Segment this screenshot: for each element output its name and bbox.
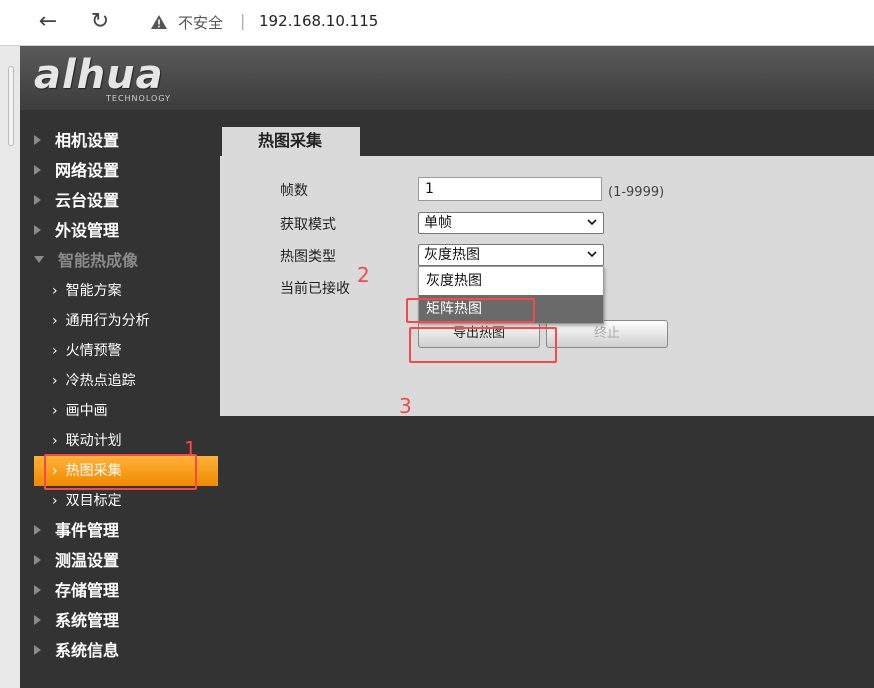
camera-web-app: alhua TECHNOLOGY 相机设置 网络设置 云台设置 外设管理 智能热… bbox=[20, 46, 874, 688]
sidebar-subitem-hot-cold-tracking[interactable]: › 冷热点追踪 bbox=[34, 366, 218, 396]
tab-strip: 热图采集 bbox=[220, 124, 874, 156]
reload-icon[interactable]: ↻ bbox=[86, 8, 114, 36]
tab-heatmap-capture[interactable]: 热图采集 bbox=[222, 127, 360, 156]
frames-label: 帧数 bbox=[280, 183, 308, 199]
sidebar-subitem-smart-plan[interactable]: › 智能方案 bbox=[34, 276, 218, 306]
chevron-right-icon: › bbox=[52, 343, 58, 359]
triangle-right-icon bbox=[34, 554, 41, 565]
brand-logo-subtitle: TECHNOLOGY bbox=[106, 94, 171, 103]
chevron-down-icon bbox=[587, 219, 597, 226]
sidebar-item-event-management[interactable]: 事件管理 bbox=[34, 516, 220, 546]
sidebar-item-ptz-settings[interactable]: 云台设置 bbox=[34, 186, 220, 216]
address-separator: | bbox=[240, 11, 246, 30]
insecure-label[interactable]: 不安全 bbox=[178, 12, 223, 33]
sidebar-subitem-dual-calibration[interactable]: › 双目标定 bbox=[34, 486, 218, 516]
brand-logo: alhua bbox=[34, 52, 164, 98]
triangle-right-icon bbox=[34, 224, 41, 235]
content-area: 热图采集 帧数 1 获取模式 单帧 热图类型 灰度热图 当前已接收 导出热图 终… bbox=[220, 124, 874, 416]
sidebar-subitem-fire-warning[interactable]: › 火情预警 bbox=[34, 336, 218, 366]
annotation-box-3 bbox=[409, 327, 557, 363]
chevron-right-icon: › bbox=[52, 493, 58, 509]
annotation-box-2 bbox=[406, 298, 535, 323]
sidebar-item-temperature-settings[interactable]: 测温设置 bbox=[34, 546, 220, 576]
sidebar-item-system-info[interactable]: 系统信息 bbox=[34, 636, 220, 666]
app-header: alhua TECHNOLOGY bbox=[20, 46, 874, 110]
annotation-number-3: 3 bbox=[399, 394, 412, 418]
sidebar-item-system-management[interactable]: 系统管理 bbox=[34, 606, 220, 636]
left-window-edge bbox=[0, 46, 20, 688]
triangle-right-icon bbox=[34, 134, 41, 145]
chevron-right-icon: › bbox=[52, 433, 58, 449]
browser-toolbar: ← ↻ 不安全 | 192.168.10.115 bbox=[0, 0, 874, 46]
sidebar-subitem-picture-in-picture[interactable]: › 画中画 bbox=[34, 396, 218, 426]
annotation-box-1 bbox=[44, 454, 197, 490]
sidebar-item-network-settings[interactable]: 网络设置 bbox=[34, 156, 220, 186]
sidebar-item-camera-settings[interactable]: 相机设置 bbox=[34, 126, 220, 156]
received-label: 当前已接收 bbox=[280, 281, 350, 297]
triangle-right-icon bbox=[34, 164, 41, 175]
triangle-right-icon bbox=[34, 584, 41, 595]
back-arrow-icon[interactable]: ← bbox=[34, 8, 62, 36]
warning-icon[interactable] bbox=[150, 14, 168, 30]
triangle-right-icon bbox=[34, 194, 41, 205]
triangle-right-icon bbox=[34, 524, 41, 535]
chevron-right-icon: › bbox=[52, 403, 58, 419]
annotation-number-1: 1 bbox=[184, 437, 197, 461]
triangle-down-icon bbox=[34, 256, 44, 263]
stop-button[interactable]: 终止 bbox=[546, 320, 668, 348]
frames-range-hint: (1-9999) bbox=[608, 185, 665, 200]
option-grayscale-heatmap[interactable]: 灰度热图 bbox=[419, 267, 603, 295]
chevron-right-icon: › bbox=[52, 373, 58, 389]
mode-select[interactable]: 单帧 bbox=[418, 212, 604, 234]
sidebar-item-storage-management[interactable]: 存储管理 bbox=[34, 576, 220, 606]
frames-input[interactable]: 1 bbox=[418, 177, 602, 201]
sidebar-item-peripheral-management[interactable]: 外设管理 bbox=[34, 216, 220, 246]
triangle-right-icon bbox=[34, 614, 41, 625]
scroll-handle bbox=[8, 66, 14, 146]
sidebar-subitem-behavior-analysis[interactable]: › 通用行为分析 bbox=[34, 306, 218, 336]
chevron-down-icon bbox=[587, 251, 597, 258]
sidebar-menu: 相机设置 网络设置 云台设置 外设管理 智能热成像 › 智能方案 › 通用行为分析 … bbox=[20, 110, 220, 688]
mode-label: 获取模式 bbox=[280, 217, 336, 233]
annotation-number-2: 2 bbox=[357, 263, 370, 287]
chevron-right-icon: › bbox=[52, 313, 58, 329]
settings-panel: 帧数 1 获取模式 单帧 热图类型 灰度热图 当前已接收 导出热图 终止 灰度热… bbox=[220, 156, 874, 416]
address-bar[interactable]: 192.168.10.115 bbox=[259, 12, 378, 30]
type-label: 热图类型 bbox=[280, 249, 336, 265]
sidebar-item-smart-thermal[interactable]: 智能热成像 bbox=[34, 246, 220, 276]
heatmap-type-select[interactable]: 灰度热图 bbox=[418, 244, 604, 266]
chevron-right-icon: › bbox=[52, 283, 58, 299]
triangle-right-icon bbox=[34, 644, 41, 655]
